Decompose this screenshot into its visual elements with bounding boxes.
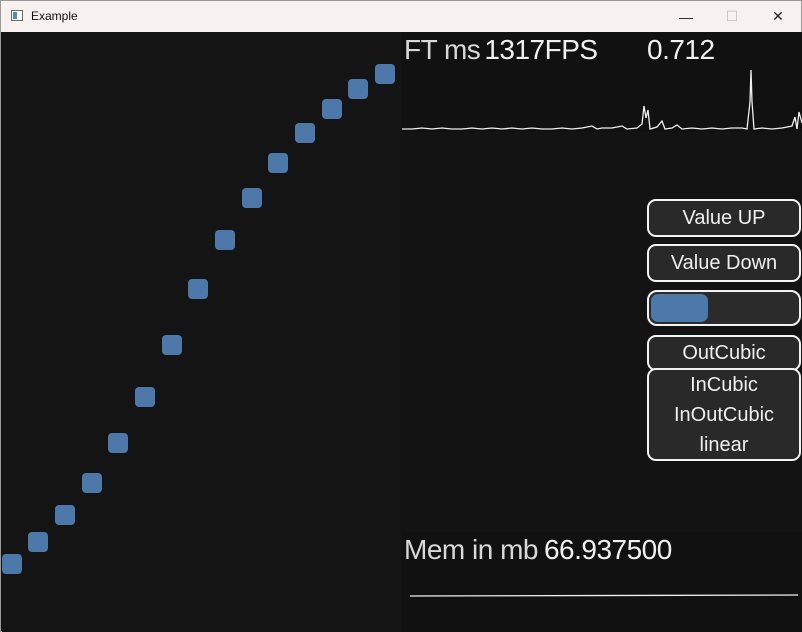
easing-dot [348,79,368,99]
easing-dot [215,230,235,250]
close-button[interactable]: ✕ [755,1,801,32]
easing-dot [28,532,48,552]
easing-dot [162,335,182,355]
easing-option-incubic[interactable]: InCubic [690,370,758,400]
app-window: Example — ☐ ✕ FT ms 1317FPS 0.712 Value … [0,0,802,632]
easing-option-inoutcubic[interactable]: InOutCubic [674,400,774,430]
memory-graph [409,594,799,597]
minimize-button[interactable]: — [663,1,709,32]
easing-preview-panel [2,32,402,632]
easing-dot [82,473,102,493]
easing-dot [268,153,288,173]
window-title: Example [31,9,78,23]
maximize-button[interactable]: ☐ [709,1,755,32]
progress-fill [651,294,708,322]
easing-dot [108,433,128,453]
easing-dot [135,387,155,407]
easing-dot [188,279,208,299]
client-area: FT ms 1317FPS 0.712 Value UP Value Down O… [2,32,802,632]
value-up-button[interactable]: Value UP [647,199,801,237]
frame-time-graph [402,69,802,130]
easing-option-linear[interactable]: linear [700,430,749,460]
easing-dot [55,505,75,525]
title-bar[interactable]: Example — ☐ ✕ [1,1,801,32]
easing-dot [375,64,395,84]
app-icon [11,10,23,21]
easing-dot [242,188,262,208]
frame-time-panel: FT ms 1317FPS 0.712 [402,32,802,132]
value-progress-bar[interactable] [647,290,801,326]
easing-dot [322,99,342,119]
easing-dot [295,123,315,143]
value-down-button[interactable]: Value Down [647,244,801,282]
easing-options-list: InCubic InOutCubic linear [647,368,801,461]
easing-dot [2,554,22,574]
memory-panel: Mem in mb 66.937500 [402,532,802,632]
easing-select-button[interactable]: OutCubic [647,335,801,371]
